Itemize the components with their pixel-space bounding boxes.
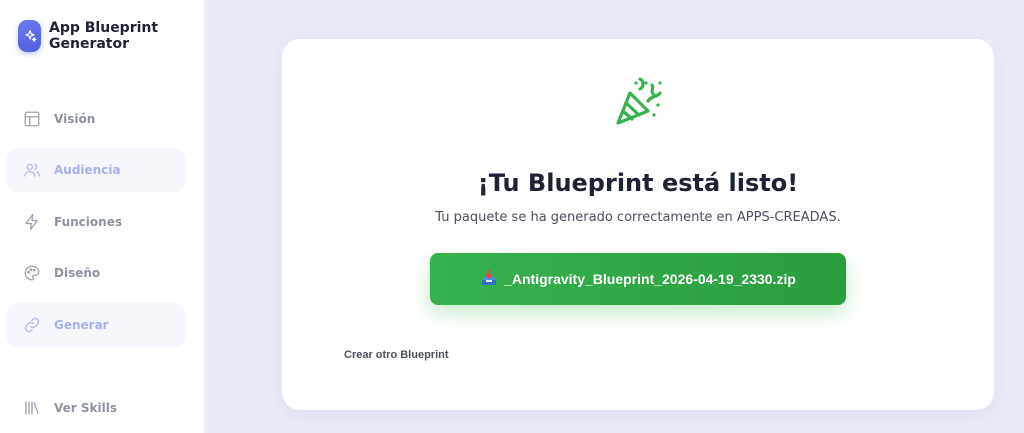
- users-icon: [22, 160, 42, 180]
- sidebar-item-generar[interactable]: Generar: [6, 303, 186, 347]
- main-content: ¡Tu Blueprint está listo! Tu paquete se …: [205, 0, 1024, 433]
- download-button-label: _Antigravity_Blueprint_2026-04-19_2330.z…: [504, 271, 796, 287]
- sidebar-item-label: Ver Skills: [54, 401, 117, 415]
- download-zip-button[interactable]: _Antigravity_Blueprint_2026-04-19_2330.z…: [430, 253, 846, 305]
- result-card: ¡Tu Blueprint está listo! Tu paquete se …: [282, 39, 994, 410]
- sidebar-item-label: Audiencia: [54, 163, 121, 177]
- create-another-blueprint-button[interactable]: Crear otro Blueprint: [344, 349, 449, 361]
- link-icon: [22, 315, 42, 335]
- app-title: App Blueprint Generator: [49, 20, 159, 52]
- party-popper-icon: [610, 75, 666, 131]
- success-message: Tu paquete se ha generado correctamente …: [435, 210, 841, 225]
- palette-icon: [22, 263, 42, 283]
- app-root: App Blueprint Generator Visión Audiencia…: [0, 0, 1024, 433]
- inbox-tray-icon: [480, 269, 498, 288]
- sidebar-item-vision[interactable]: Visión: [6, 97, 186, 141]
- sidebar: App Blueprint Generator Visión Audiencia…: [0, 0, 205, 433]
- sidebar-item-diseno[interactable]: Diseño: [6, 251, 186, 295]
- sidebar-item-label: Diseño: [54, 266, 101, 280]
- sidebar-item-audiencia[interactable]: Audiencia: [6, 148, 186, 192]
- sidebar-item-label: Generar: [54, 318, 109, 332]
- brand: App Blueprint Generator: [18, 20, 179, 52]
- sidebar-item-ver-skills[interactable]: Ver Skills: [6, 386, 186, 430]
- sidebar-item-label: Visión: [54, 112, 96, 126]
- sidebar-item-label: Funciones: [54, 215, 122, 229]
- page-title: ¡Tu Blueprint está listo!: [477, 169, 799, 197]
- sparkles-icon: [18, 20, 41, 52]
- sidebar-item-funciones[interactable]: Funciones: [6, 200, 186, 244]
- lightning-icon: [22, 212, 42, 232]
- library-icon: [22, 398, 42, 418]
- layout-icon: [22, 109, 42, 129]
